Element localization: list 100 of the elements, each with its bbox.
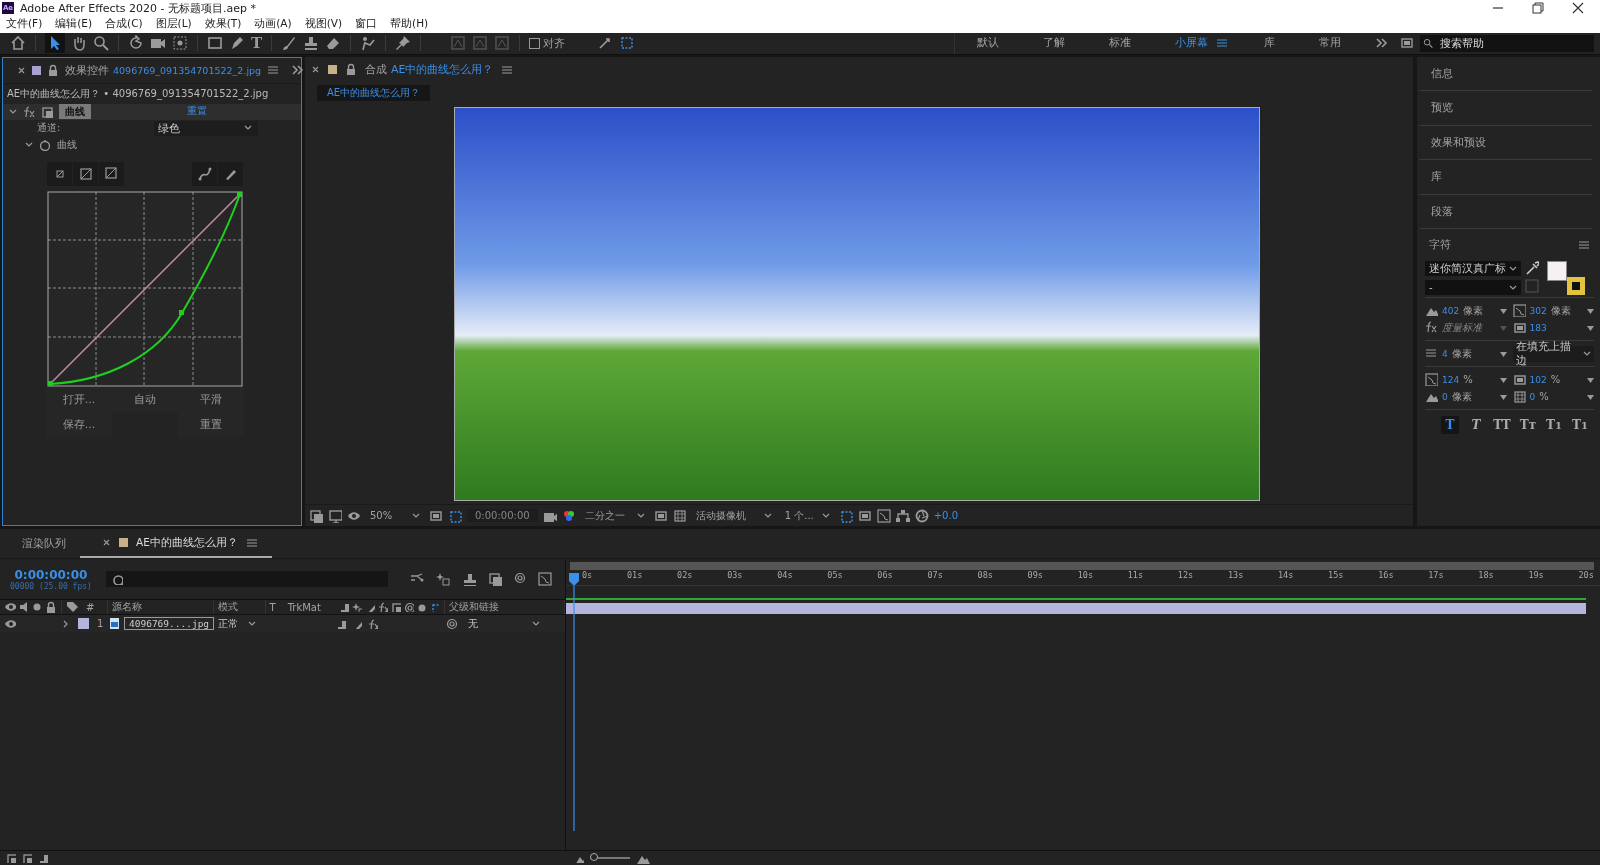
time-ruler[interactable]: 0s 01s 02s 03s 04s 05s 06s 07s 08s 09s 10s 11s 12s 13s 14s 15s 16s 17s 18s 19s 20s xyxy=(566,570,1600,587)
roto-brush-icon[interactable] xyxy=(360,35,377,52)
graph-size-button[interactable] xyxy=(99,161,124,186)
stroke-color-swatch[interactable] xyxy=(1567,277,1585,296)
panel-tab[interactable]: 预览 xyxy=(1419,91,1592,126)
more-icon[interactable] xyxy=(1375,37,1388,50)
chevron-right-icon[interactable] xyxy=(62,619,70,628)
menu-item[interactable]: 图层(L) xyxy=(155,17,192,32)
pencil-tool-button[interactable] xyxy=(218,161,243,186)
curve-graph-drawing[interactable] xyxy=(47,190,243,387)
panel-menu-icon[interactable] xyxy=(1578,239,1590,252)
metric-value[interactable]: 0 xyxy=(1442,391,1448,402)
panel-tab[interactable]: 段落 xyxy=(1419,194,1592,230)
column-header[interactable]: 源名称 xyxy=(111,600,142,615)
menu-item[interactable]: 效果(T) xyxy=(204,17,242,32)
fill-color-swatch[interactable] xyxy=(1547,261,1567,282)
effect-name[interactable]: 曲线 xyxy=(59,104,91,120)
stopwatch-icon[interactable] xyxy=(39,139,51,152)
workspace-tab[interactable]: 库 xyxy=(1242,36,1297,51)
lock-icon[interactable] xyxy=(45,600,57,614)
menu-item[interactable]: 视图(V) xyxy=(304,17,343,32)
label-color-swatch[interactable] xyxy=(78,618,89,630)
eye-icon[interactable] xyxy=(4,601,16,614)
hand-icon[interactable] xyxy=(71,35,87,52)
type-tool[interactable]: T xyxy=(251,34,263,53)
color-swatch-icon[interactable] xyxy=(1525,279,1539,294)
font-style-dropdown[interactable]: - xyxy=(1425,280,1521,296)
monitor-icon[interactable] xyxy=(328,508,342,523)
workspace-tab[interactable]: 小屏幕 xyxy=(1153,36,1216,51)
fx-icon[interactable] xyxy=(23,105,35,118)
dropdown-triangle-icon[interactable] xyxy=(1499,393,1507,400)
panel-menu-icon[interactable] xyxy=(267,64,280,77)
timecode-field[interactable]: 0:00:00:00 xyxy=(467,509,538,523)
search-icon[interactable] xyxy=(93,35,109,52)
workspace-tab[interactable]: 默认 xyxy=(955,36,1021,51)
exposure-value[interactable]: +0.0 xyxy=(933,510,959,522)
metric-value[interactable]: 0 xyxy=(1529,391,1536,402)
restore-icon[interactable] xyxy=(1530,0,1546,16)
speaker-icon[interactable] xyxy=(19,601,29,614)
text-style-button[interactable]: Tт xyxy=(1519,416,1537,435)
dropdown-triangle-icon[interactable] xyxy=(1499,307,1507,314)
search-field[interactable]: 搜索帮助 xyxy=(1436,34,1594,52)
menu-item[interactable]: 动画(A) xyxy=(254,17,292,32)
metric-value[interactable]: 124 xyxy=(1442,374,1460,385)
dropdown-triangle-icon[interactable] xyxy=(1499,376,1507,383)
panel-tab[interactable]: 效果和预设 xyxy=(1419,125,1592,161)
panel-tab-file-name[interactable]: 4096769_091354701522_2.jpg xyxy=(113,64,262,76)
dropdown-triangle-icon[interactable] xyxy=(1499,350,1507,357)
menu-item[interactable]: 编辑(E) xyxy=(55,17,93,32)
more-icon[interactable] xyxy=(291,64,305,77)
workspace-tab[interactable]: 了解 xyxy=(1021,36,1087,51)
metric-value[interactable]: 102 xyxy=(1529,374,1547,385)
grid-icon[interactable] xyxy=(672,508,687,523)
dropdown-triangle-icon[interactable] xyxy=(1587,307,1594,314)
pin-icon[interactable] xyxy=(395,35,412,52)
frame-icon[interactable] xyxy=(429,508,443,523)
pan-icon[interactable] xyxy=(172,35,188,52)
close-icon[interactable] xyxy=(102,538,111,548)
dropdown-triangle-icon[interactable] xyxy=(1587,324,1594,331)
menu-item[interactable]: 窗口 xyxy=(355,17,378,32)
panel-menu-icon[interactable] xyxy=(245,536,258,549)
rectangle-icon[interactable] xyxy=(207,35,223,52)
lock-icon[interactable] xyxy=(47,63,59,77)
panel-tab-title[interactable]: 合成 xyxy=(365,62,387,78)
graph-size-button[interactable] xyxy=(73,161,98,186)
zoom-slider-thumb[interactable] xyxy=(590,853,598,861)
channel-colors-icon[interactable] xyxy=(561,508,576,523)
eye-icon[interactable] xyxy=(4,617,16,630)
panel-tab[interactable]: 信息 xyxy=(1419,56,1592,92)
brush-icon[interactable] xyxy=(281,35,298,52)
resolution-dropdown[interactable]: 二分之一 xyxy=(580,507,649,524)
views-dropdown[interactable]: 1 个... xyxy=(780,507,834,524)
panel-menu-icon[interactable] xyxy=(501,63,514,76)
dropdown-triangle-icon[interactable] xyxy=(1587,393,1594,400)
rotate-icon[interactable] xyxy=(128,35,144,52)
eraser-icon[interactable] xyxy=(325,35,342,52)
menu-item[interactable]: 合成(C) xyxy=(105,17,143,32)
current-time[interactable]: 0:00:00:00 xyxy=(14,567,88,582)
zoom-dropdown[interactable]: 50% xyxy=(366,507,424,524)
layer-duration-bar[interactable] xyxy=(566,603,1586,615)
align-checkbox[interactable] xyxy=(529,37,541,49)
workspace-tab[interactable]: 标准 xyxy=(1087,36,1153,51)
panel-tab[interactable]: AE中的曲线怎么用？ xyxy=(136,535,238,550)
parent-dropdown[interactable]: 无 xyxy=(464,616,544,631)
layers-icon[interactable] xyxy=(309,508,323,523)
menu-item[interactable]: 文件(F) xyxy=(6,17,43,32)
frame-icon[interactable] xyxy=(653,508,668,523)
mode-dropdown[interactable]: 正常 xyxy=(214,616,266,631)
search-field[interactable] xyxy=(105,571,388,588)
channel-dropdown[interactable]: 绿色 xyxy=(154,120,259,136)
panel-tab[interactable]: 渲染队列 xyxy=(22,536,66,551)
close-icon[interactable] xyxy=(17,65,26,75)
region-icon[interactable] xyxy=(838,508,853,523)
dropdown-triangle-icon[interactable] xyxy=(1587,376,1594,383)
frame-blend-icon[interactable] xyxy=(487,572,502,587)
text-style-button[interactable]: T xyxy=(1441,416,1459,435)
metric-value[interactable]: 402 xyxy=(1442,305,1460,316)
metric-value[interactable]: 183 xyxy=(1529,322,1547,333)
pen-icon[interactable] xyxy=(229,35,245,52)
composition-name[interactable]: AE中的曲线怎么用？ xyxy=(391,62,494,78)
